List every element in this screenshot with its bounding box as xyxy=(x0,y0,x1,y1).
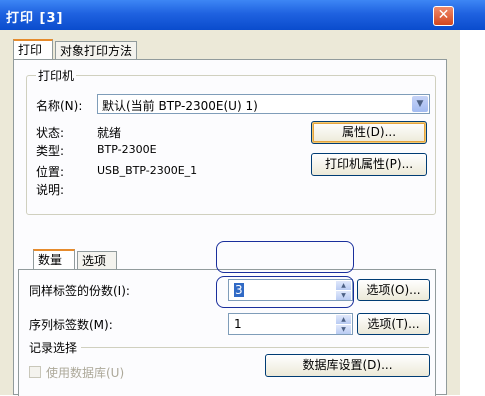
tab-label: 对象打印方法 xyxy=(60,44,133,58)
tab-quantity[interactable]: 数量 xyxy=(33,249,75,270)
close-icon: ✕ xyxy=(437,7,450,23)
button-label: 选项(T)... xyxy=(367,317,420,331)
use-database-label: 使用数据库(U) xyxy=(46,366,125,380)
printer-name-select[interactable]: 默认(当前 BTP-2300E(U) 1) ▼ xyxy=(97,94,430,114)
copies-highlight-outline xyxy=(216,241,354,273)
printer-properties-button[interactable]: 打印机属性(P)... xyxy=(311,153,427,176)
close-button[interactable]: ✕ xyxy=(433,6,454,26)
records-divider xyxy=(81,347,429,348)
window-edge xyxy=(460,30,485,395)
properties-button[interactable]: 属性(D)... xyxy=(311,121,427,144)
serial-value: 1 xyxy=(234,317,242,331)
status-label: 状态: xyxy=(36,126,65,140)
type-value: BTP-2300E xyxy=(97,143,157,156)
serial-label: 序列标签数(M): xyxy=(29,318,113,332)
printer-group-label: 打印机 xyxy=(36,67,77,84)
location-label: 位置: xyxy=(36,165,65,179)
title-bar: 打印 [3] ✕ xyxy=(0,0,485,30)
button-label: 属性(D)... xyxy=(341,125,397,139)
tab-object-print-method[interactable]: 对象打印方法 xyxy=(55,41,137,60)
copies-options-button[interactable]: 选项(O)... xyxy=(357,279,430,301)
print-tab-panel: 打印机 名称(N): 默认(当前 BTP-2300E(U) 1) ▼ 状态: 就… xyxy=(13,59,447,396)
records-label: 记录选择 xyxy=(29,341,78,355)
copies-label: 同样标签的份数(I): xyxy=(29,284,130,298)
spin-down-icon[interactable]: ▼ xyxy=(336,325,351,334)
serial-options-button[interactable]: 选项(T)... xyxy=(357,313,430,335)
comment-label: 说明: xyxy=(36,183,65,197)
type-label: 类型: xyxy=(36,144,65,158)
location-value: USB_BTP-2300E_1 xyxy=(97,164,198,177)
status-value: 就绪 xyxy=(97,126,122,140)
chevron-down-icon[interactable]: ▼ xyxy=(412,96,428,112)
serial-highlight-outline xyxy=(216,276,354,308)
database-settings-button[interactable]: 数据库设置(D)... xyxy=(265,354,430,377)
tab-options[interactable]: 选项 xyxy=(77,251,117,270)
tab-label: 选项 xyxy=(82,254,107,268)
name-label: 名称(N): xyxy=(36,99,83,113)
tab-print[interactable]: 打印 xyxy=(13,39,53,60)
button-label: 数据库设置(D)... xyxy=(302,358,393,372)
tab-label: 数量 xyxy=(38,253,63,267)
button-label: 打印机属性(P)... xyxy=(324,157,414,171)
printer-name-value: 默认(当前 BTP-2300E(U) 1) xyxy=(102,99,258,113)
button-label: 选项(O)... xyxy=(366,283,421,297)
tab-label: 打印 xyxy=(18,43,43,57)
serial-stepper[interactable]: 1 ▲ ▼ xyxy=(228,313,353,335)
window-title: 打印 [3] xyxy=(6,11,64,26)
spin-up-icon[interactable]: ▲ xyxy=(336,315,351,324)
use-database-checkbox[interactable] xyxy=(29,366,41,378)
dialog-body: 打印 对象打印方法 打印机 名称(N): 默认(当前 BTP-2300E(U) … xyxy=(0,30,460,396)
